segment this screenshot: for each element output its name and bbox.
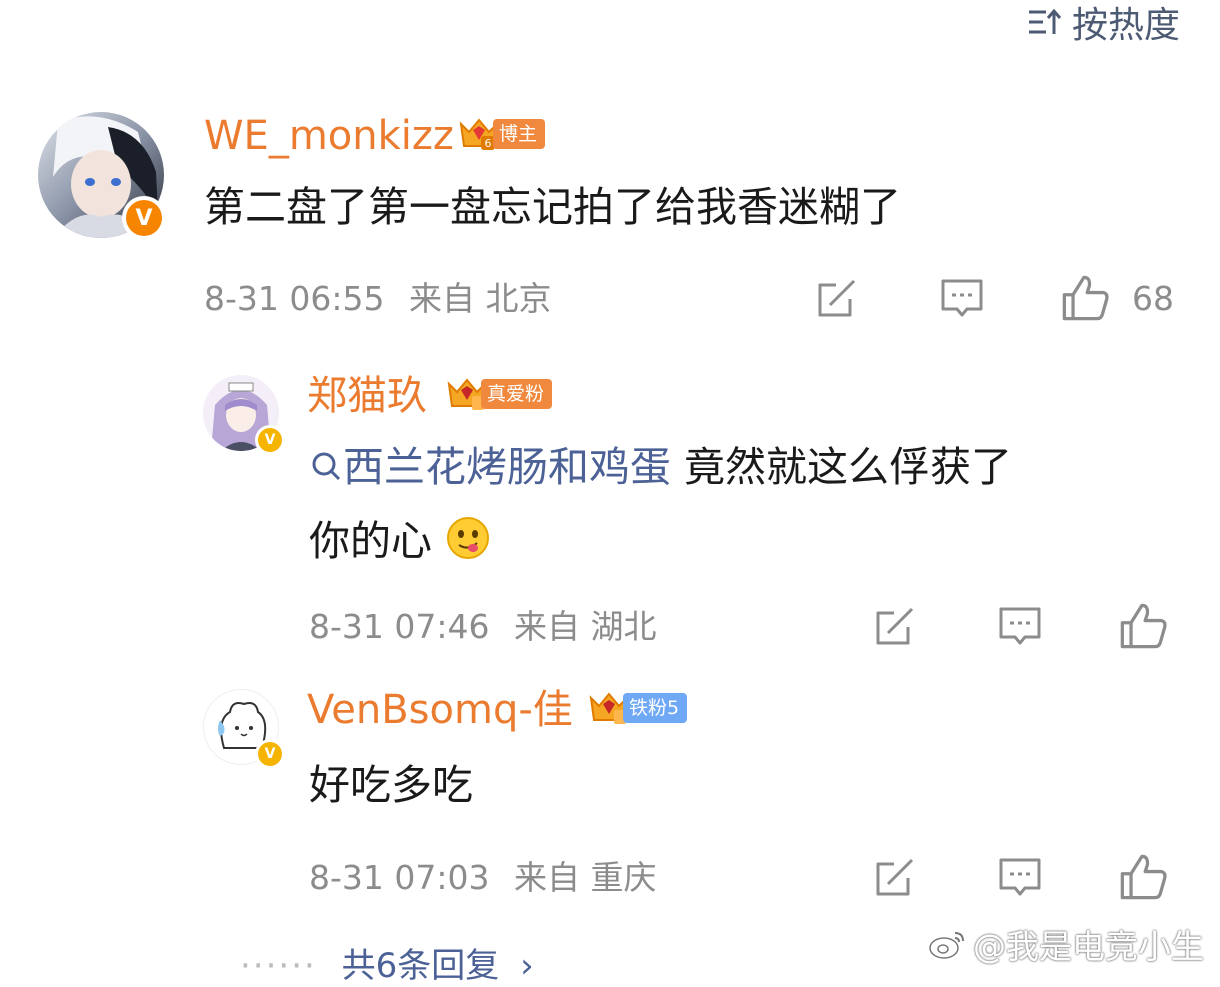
username[interactable]: WE_monkizz bbox=[204, 112, 454, 160]
like-button[interactable]: 68 bbox=[1060, 273, 1174, 323]
reply-text-part: 你的心 bbox=[309, 517, 432, 565]
sort-by-hot-button[interactable]: 按热度 bbox=[1026, 0, 1180, 46]
watermark-label: @我是电竞小生 bbox=[973, 927, 1204, 966]
reply-text: 西兰花烤肠和鸡蛋 竟然就这么俘获了 bbox=[309, 435, 1012, 499]
like-button[interactable] bbox=[1118, 852, 1168, 902]
share-button[interactable] bbox=[872, 603, 918, 649]
avatar[interactable]: V bbox=[203, 689, 285, 769]
reply-text: 好吃多吃 bbox=[309, 761, 473, 809]
search-icon bbox=[312, 452, 341, 481]
verified-icon: V bbox=[255, 425, 285, 455]
reply-button[interactable] bbox=[939, 275, 985, 321]
fan-badge: 铁粉5 bbox=[587, 691, 688, 725]
share-button[interactable] bbox=[872, 854, 918, 900]
edit-share-icon bbox=[818, 279, 856, 317]
comment-icon bbox=[999, 607, 1041, 645]
fan-badge: 真爱粉 bbox=[445, 377, 553, 411]
reply-meta: 8-31 07:03 来自 重庆 bbox=[309, 858, 657, 898]
badge-label: 博主 bbox=[493, 119, 546, 149]
thumbs-up-icon bbox=[1120, 603, 1167, 649]
comment-text: 第二盘了第一盘忘记拍了给我香迷糊了 bbox=[204, 183, 901, 231]
location: 来自 湖北 bbox=[514, 607, 657, 646]
verified-icon: V bbox=[122, 196, 166, 240]
thumbs-up-icon bbox=[1062, 275, 1109, 321]
more-replies-label: 共6条回复 bbox=[341, 946, 500, 986]
like-count: 68 bbox=[1132, 278, 1174, 318]
edit-share-icon bbox=[876, 858, 914, 896]
username[interactable]: VenBsomq-佳 bbox=[307, 686, 573, 734]
username[interactable]: 郑猫玖 bbox=[307, 372, 427, 420]
avatar[interactable]: V bbox=[203, 375, 285, 455]
reply-meta: 8-31 07:46 来自 湖北 bbox=[309, 607, 657, 647]
comment-icon bbox=[999, 858, 1041, 896]
timestamp: 8-31 06:55 bbox=[204, 279, 385, 318]
more-replies-link[interactable]: ······ 共6条回复 › bbox=[240, 938, 534, 987]
chevron-right-icon: › bbox=[520, 946, 534, 986]
sort-icon bbox=[1028, 8, 1062, 34]
reply-text-line2: 你的心 bbox=[309, 509, 491, 573]
drooling-face-emoji bbox=[447, 517, 490, 559]
reply-button[interactable] bbox=[997, 854, 1043, 900]
timestamp: 8-31 07:03 bbox=[309, 858, 490, 897]
blogger-badge: 6 博主 bbox=[457, 117, 546, 151]
badge-label: 铁粉5 bbox=[623, 693, 688, 723]
svg-text:6: 6 bbox=[485, 137, 492, 150]
location: 来自 重庆 bbox=[514, 858, 657, 897]
comment-meta: 8-31 06:55 来自 北京 bbox=[204, 279, 552, 319]
like-button[interactable] bbox=[1118, 601, 1168, 651]
topic-link[interactable]: 西兰花烤肠和鸡蛋 bbox=[309, 443, 671, 491]
topic-label: 西兰花烤肠和鸡蛋 bbox=[343, 443, 671, 491]
location: 来自 北京 bbox=[409, 279, 552, 318]
reply-button[interactable] bbox=[997, 603, 1043, 649]
avatar[interactable]: V bbox=[38, 112, 166, 240]
weibo-logo-icon bbox=[929, 932, 964, 959]
timestamp: 8-31 07:46 bbox=[309, 607, 490, 646]
watermark: @我是电竞小生 bbox=[927, 920, 1204, 968]
sort-label: 按热度 bbox=[1071, 5, 1180, 46]
share-button[interactable] bbox=[814, 275, 860, 321]
thumbs-up-icon bbox=[1120, 854, 1167, 900]
edit-share-icon bbox=[876, 607, 914, 645]
verified-icon: V bbox=[255, 739, 285, 769]
dots: ······ bbox=[240, 946, 317, 986]
reply-text-part: 竟然就这么俘获了 bbox=[671, 443, 1013, 491]
comment-icon bbox=[941, 279, 983, 317]
badge-label: 真爱粉 bbox=[481, 379, 553, 409]
